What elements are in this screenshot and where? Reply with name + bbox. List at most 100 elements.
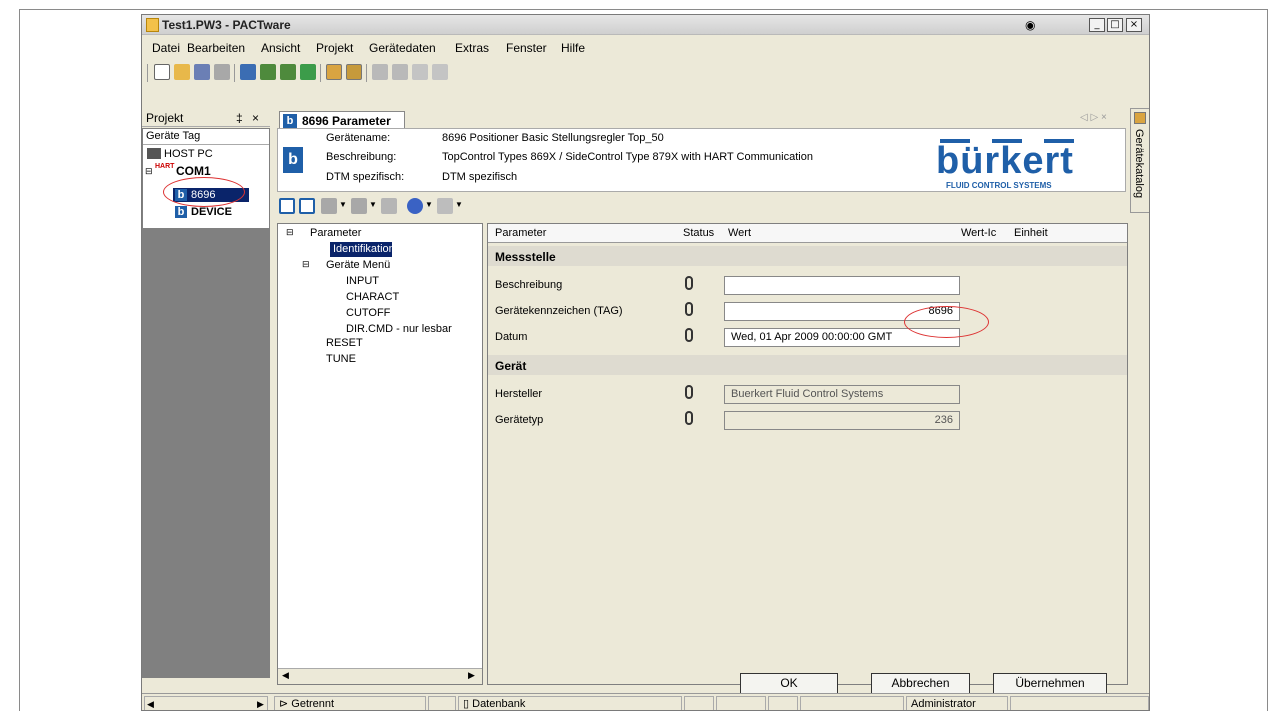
col-status[interactable]: Status: [683, 227, 714, 239]
dropdown-arrow-icon[interactable]: ▼: [369, 200, 377, 209]
title-bar: Test1.PW3 - PACTware ◉ _ □ ×: [142, 15, 1149, 35]
logo-tagline: FLUID CONTROL SYSTEMS: [946, 181, 1052, 190]
menu-bar: Datei Bearbeiten Ansicht Projekt Geräted…: [142, 36, 1149, 58]
col-wert[interactable]: Wert: [728, 227, 751, 239]
collapse-icon[interactable]: ⊟: [286, 227, 294, 238]
toolbar-separator: [320, 64, 321, 82]
highlight-ellipse-tag-value: [904, 306, 989, 338]
app-icon: [146, 18, 159, 32]
burkert-logo-icon: b: [283, 147, 303, 173]
status-cell: [800, 696, 904, 710]
menu-extras[interactable]: Extras: [455, 41, 489, 55]
toolbar-separator: [234, 64, 235, 82]
toolbar-separator: [366, 64, 367, 82]
cancel-button[interactable]: Abbrechen: [871, 673, 970, 694]
print-icon[interactable]: [214, 64, 230, 80]
download-icon[interactable]: [392, 64, 408, 80]
scroll-right-icon[interactable]: ▶: [257, 697, 264, 710]
new-file-icon[interactable]: [154, 64, 170, 80]
tray-icon[interactable]: ◉: [1025, 18, 1035, 32]
expand-icon[interactable]: ⊟: [145, 166, 153, 177]
dropdown-arrow-icon[interactable]: ▼: [425, 200, 433, 209]
menu-fenster[interactable]: Fenster: [506, 41, 547, 55]
dropdown-arrow-icon[interactable]: ▼: [339, 200, 347, 209]
device-catalog-strip[interactable]: Gerätekatalog: [1130, 108, 1149, 213]
row-label: Gerätekennzeichen (TAG): [495, 305, 623, 317]
scroll-left-icon[interactable]: ◀: [282, 670, 289, 681]
status-icon: [685, 385, 693, 399]
view-icon[interactable]: [279, 198, 295, 214]
tree-item-host-pc[interactable]: HOST PC: [164, 148, 213, 160]
minimize-icon[interactable]: _: [1089, 18, 1105, 32]
tree-item-com1[interactable]: COM1: [176, 164, 211, 178]
col-wert-ic[interactable]: Wert-Ic: [961, 227, 996, 239]
ok-button[interactable]: OK: [740, 673, 838, 694]
online-icon[interactable]: [300, 64, 316, 80]
project-panel-header: Projekt ‡ ×: [142, 109, 270, 127]
tree-charact[interactable]: CHARACT: [346, 291, 399, 303]
menu-geraetedaten[interactable]: Gerätedaten: [369, 41, 436, 55]
open-folder-icon[interactable]: [174, 64, 190, 80]
menu-ansicht[interactable]: Ansicht: [261, 41, 300, 55]
device-catalog-icon[interactable]: [326, 64, 342, 80]
col-einheit[interactable]: Einheit: [1014, 227, 1048, 239]
save-icon[interactable]: [194, 64, 210, 80]
row-label: Beschreibung: [495, 279, 563, 291]
print-icon[interactable]: [437, 198, 453, 214]
parameter-grid: Parameter Status Wert Wert-Ic Einheit Me…: [487, 223, 1128, 685]
project-icon[interactable]: [346, 64, 362, 80]
split-view-icon[interactable]: [299, 198, 315, 214]
user-status: Administrator: [906, 696, 1008, 710]
tree-item-device[interactable]: DEVICE: [191, 206, 232, 218]
window-icon[interactable]: [240, 64, 256, 80]
settings-icon[interactable]: [432, 64, 448, 80]
download-device-icon[interactable]: [351, 198, 367, 214]
col-parameter[interactable]: Parameter: [495, 227, 546, 239]
disconnect-icon[interactable]: [280, 64, 296, 80]
tab-nav-controls[interactable]: ◁ ▷ ×: [1080, 112, 1107, 123]
tree-parameter[interactable]: Parameter: [310, 227, 361, 239]
dropdown-arrow-icon[interactable]: ▼: [455, 200, 463, 209]
status-cell: [428, 696, 456, 710]
tree-cutoff[interactable]: CUTOFF: [346, 307, 390, 319]
scroll-right-icon[interactable]: ▶: [468, 670, 475, 681]
tree-geraete-menue[interactable]: Geräte Menü: [326, 259, 390, 271]
connect-icon[interactable]: [260, 64, 276, 80]
status-icon: [685, 328, 693, 342]
editor-toolbar: ▼ ▼ ▼ ▼: [277, 194, 1126, 218]
project-column-header: Geräte Tag: [146, 130, 201, 142]
row-label: Datum: [495, 331, 528, 343]
apply-button[interactable]: Übernehmen: [993, 673, 1107, 694]
status-icon: [685, 411, 693, 425]
pin-icon[interactable]: ‡: [236, 111, 243, 125]
panel-close-icon[interactable]: ×: [252, 111, 259, 125]
beschreibung-input[interactable]: [724, 276, 960, 295]
menu-hilfe[interactable]: Hilfe: [561, 41, 585, 55]
database-icon: ▯: [463, 698, 470, 710]
close-icon[interactable]: ×: [1126, 18, 1142, 32]
menu-projekt[interactable]: Projekt: [316, 41, 353, 55]
tree-tune[interactable]: TUNE: [326, 353, 356, 365]
tab-8696-parameter[interactable]: b 8696 Parameter: [279, 111, 405, 129]
help-icon[interactable]: [407, 198, 423, 214]
host-pc-icon: [147, 148, 161, 159]
status-bar: ◀ ▶ ⊳ Getrennt ▯ Datenbank Administrator: [142, 693, 1149, 710]
horizontal-scrollbar[interactable]: ◀ ▶: [144, 696, 268, 710]
collapse-icon[interactable]: ⊟: [302, 259, 310, 270]
burkert-logo: bürkert FLUID CONTROL SYSTEMS: [932, 139, 1112, 190]
tree-dir-cmd[interactable]: DIR.CMD - nur lesbar: [346, 323, 452, 335]
maximize-icon[interactable]: □: [1107, 18, 1123, 32]
upload-icon[interactable]: [372, 64, 388, 80]
diagnose-icon[interactable]: [412, 64, 428, 80]
upload-device-icon[interactable]: [321, 198, 337, 214]
tree-input[interactable]: INPUT: [346, 275, 379, 287]
main-toolbar: [142, 60, 1149, 86]
scroll-left-icon[interactable]: ◀: [147, 697, 154, 710]
tree-scrollbar[interactable]: ◀ ▶: [278, 668, 482, 684]
tree-reset[interactable]: RESET: [326, 337, 363, 349]
menu-datei[interactable]: Datei: [152, 41, 180, 55]
refresh-icon[interactable]: [381, 198, 397, 214]
status-icon: [685, 302, 693, 316]
connection-label: Getrennt: [291, 698, 335, 710]
menu-bearbeiten[interactable]: Bearbeiten: [187, 41, 245, 55]
